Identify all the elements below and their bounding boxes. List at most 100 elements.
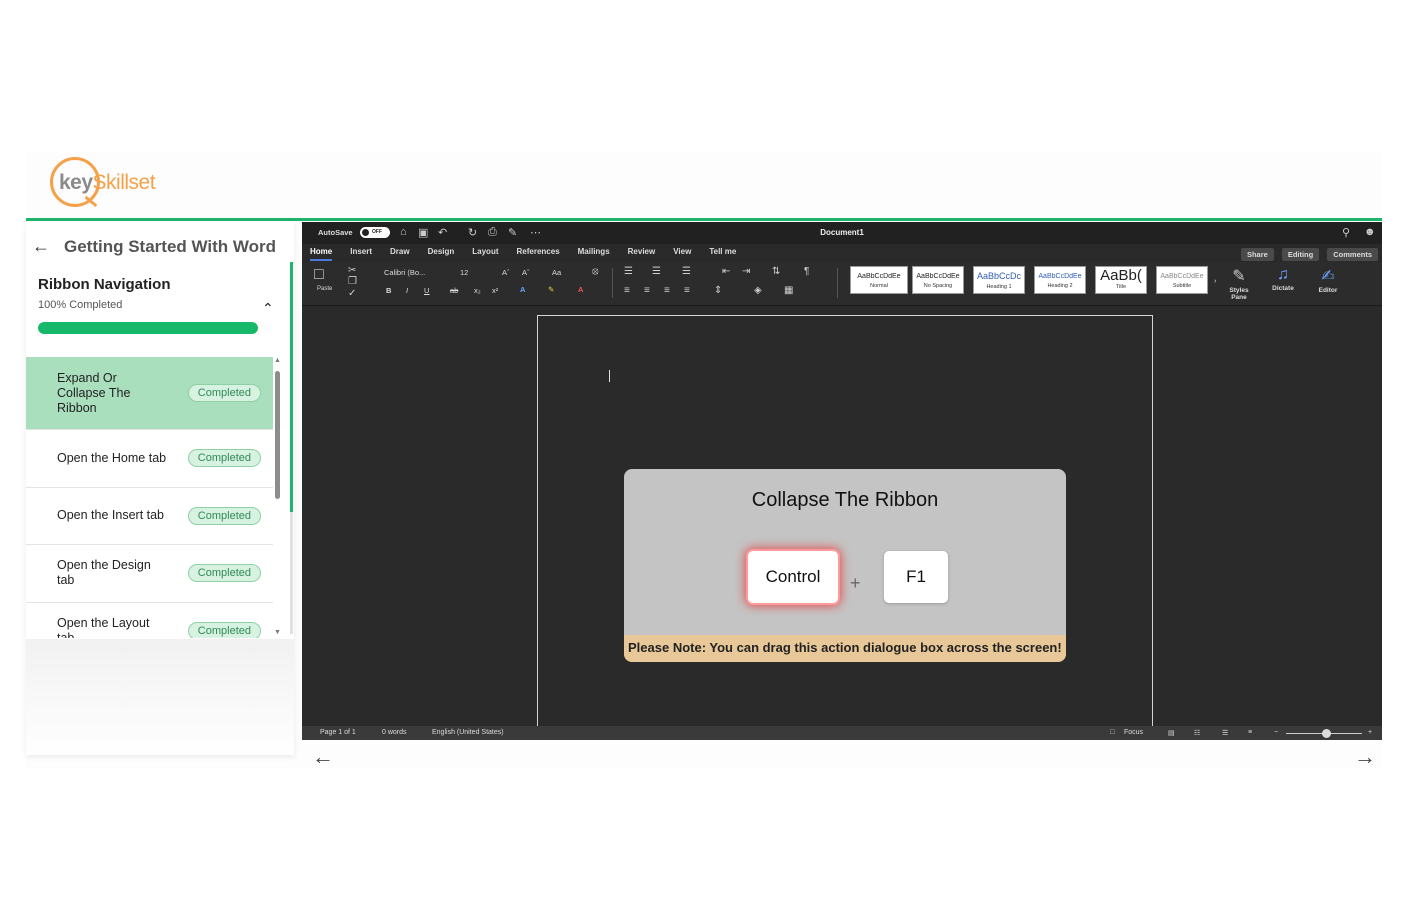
lesson-item-layout-tab[interactable]: Open the Layout tab Completed [26, 602, 273, 638]
tab-view[interactable]: View [673, 247, 691, 261]
font-size-select[interactable]: 12 [460, 268, 468, 277]
align-right-icon[interactable]: ≡ [664, 285, 670, 296]
next-arrow-icon[interactable]: → [1354, 744, 1376, 770]
borders-icon[interactable]: ▦ [784, 285, 793, 296]
subscript-icon[interactable]: x₂ [474, 286, 481, 295]
lesson-label: Open the Design tab [57, 558, 151, 588]
underline-icon[interactable]: U [424, 286, 429, 295]
completed-badge: Completed [187, 449, 261, 468]
align-left-icon[interactable]: ≡ [624, 285, 630, 296]
scrollbar-thumb[interactable] [275, 371, 280, 499]
styles-more-icon[interactable]: › [1214, 276, 1217, 285]
focus-icon[interactable]: □ [1110, 729, 1114, 736]
change-case-icon[interactable]: Aa [552, 268, 561, 277]
previous-arrow-icon[interactable]: ← [312, 744, 334, 770]
dictate-button[interactable]: ♫ Dictate [1266, 266, 1300, 292]
numbering-icon[interactable]: ☰ [652, 266, 661, 277]
completed-badge: Completed [187, 506, 261, 525]
font-name-select[interactable]: Calibri (Bo... [384, 268, 425, 277]
lesson-item-insert-tab[interactable]: Open the Insert tab Completed [26, 487, 273, 545]
shading-icon[interactable]: ◈ [754, 285, 762, 296]
show-marks-icon[interactable]: ¶ [804, 266, 809, 277]
action-dialog[interactable]: Collapse The Ribbon Control + F1 Please … [624, 469, 1066, 662]
account-icon[interactable]: ☻ [1364, 226, 1376, 238]
word-count: 0 words [382, 729, 407, 736]
style-heading-1[interactable]: AaBbCcDc Heading 1 [973, 266, 1025, 294]
tab-layout[interactable]: Layout [472, 247, 498, 261]
document-title: Document1 [820, 228, 864, 237]
tab-insert[interactable]: Insert [350, 247, 372, 261]
font-color-icon[interactable]: A [578, 285, 583, 294]
tab-draw[interactable]: Draw [390, 247, 410, 261]
document-canvas[interactable]: Collapse The Ribbon Control + F1 Please … [302, 307, 1382, 726]
bullets-icon[interactable]: ☰ [624, 266, 633, 277]
scroll-down-arrow-icon[interactable]: ▼ [274, 629, 281, 636]
completed-badge: Completed [187, 564, 261, 583]
print-layout-icon[interactable]: ▤ [1168, 729, 1175, 737]
bold-icon[interactable]: B [386, 286, 391, 295]
multilevel-list-icon[interactable]: ☰ [682, 266, 691, 277]
control-key: Control [748, 551, 838, 603]
editor-button[interactable]: ✍ Editor [1312, 266, 1344, 294]
tab-references[interactable]: References [517, 247, 560, 261]
chevron-up-icon[interactable]: ⌃ [262, 300, 274, 317]
style-heading-2[interactable]: AaBbCcDdEe Heading 2 [1034, 266, 1086, 294]
word-titlebar: AutoSave OFF ⌂ ▣ ↶ ↻ ⎙ ✎ ⋯ Document1 ⚲ ☻ [302, 222, 1382, 244]
paste-icon[interactable]: □ [314, 266, 324, 284]
italic-icon[interactable]: I [406, 286, 408, 295]
lesson-list-scrollbar[interactable]: ▲ ▼ [274, 357, 282, 638]
tab-design[interactable]: Design [428, 247, 455, 261]
format-painter-icon[interactable]: ✓ [348, 288, 356, 299]
zoom-in-icon[interactable]: + [1368, 729, 1372, 736]
course-title: Getting Started With Word [64, 236, 277, 256]
style-subtitle[interactable]: AaBbCcDdEe Subtitle [1156, 266, 1208, 294]
tab-mailings[interactable]: Mailings [578, 247, 610, 261]
draft-view-icon[interactable]: ≡ [1248, 729, 1252, 736]
cut-icon[interactable]: ✂ [348, 265, 356, 276]
zoom-out-icon[interactable]: − [1274, 729, 1278, 736]
text-effects-icon[interactable]: A [520, 285, 525, 294]
module-progress-bar [38, 322, 258, 334]
line-spacing-icon[interactable]: ⇕ [714, 285, 722, 296]
scroll-up-arrow-icon[interactable]: ▲ [274, 357, 281, 364]
lesson-item-expand-collapse-ribbon[interactable]: Expand Or Collapse The Ribbon Completed [26, 357, 273, 430]
focus-button[interactable]: Focus [1124, 729, 1143, 736]
style-title[interactable]: AaBb( Title [1095, 266, 1147, 294]
editing-button[interactable]: Editing [1281, 248, 1320, 261]
zoom-slider-handle[interactable] [1322, 729, 1331, 738]
superscript-icon[interactable]: x² [492, 286, 498, 295]
lesson-label: Open the Layout tab [57, 615, 150, 638]
align-center-icon[interactable]: ≡ [644, 285, 650, 296]
language-status[interactable]: English (United States) [432, 729, 504, 736]
style-no-spacing[interactable]: AaBbCcDdEe No Spacing [912, 266, 964, 294]
completed-badge: Completed [187, 384, 261, 402]
comments-button[interactable]: Comments [1327, 248, 1378, 261]
decrease-indent-icon[interactable]: ⇤ [722, 266, 730, 277]
highlight-icon[interactable]: ✎ [548, 285, 554, 294]
web-layout-icon[interactable]: ☷ [1194, 729, 1200, 737]
tab-home[interactable]: Home [310, 247, 333, 261]
sort-icon[interactable]: ⇅ [772, 266, 780, 277]
module-header: Ribbon Navigation 100% Completed [38, 276, 171, 311]
paste-label: Paste [317, 286, 333, 292]
back-arrow-icon[interactable]: ← [32, 236, 50, 257]
strikethrough-icon[interactable]: ab [450, 286, 458, 295]
lesson-item-home-tab[interactable]: Open the Home tab Completed [26, 430, 273, 488]
copy-icon[interactable]: ❐ [348, 276, 357, 287]
microphone-icon: ♫ [1277, 266, 1289, 283]
lesson-item-design-tab[interactable]: Open the Design tab Completed [26, 545, 273, 603]
keyskillset-logo[interactable]: keySkillset [50, 156, 156, 210]
outline-view-icon[interactable]: ☰ [1222, 729, 1228, 737]
style-normal[interactable]: AaBbCcDdEe Normal [850, 266, 908, 294]
tab-tell-me[interactable]: Tell me [709, 247, 736, 261]
styles-pane-button[interactable]: ✎ Styles Pane [1226, 266, 1252, 301]
search-icon[interactable]: ⚲ [1342, 226, 1350, 239]
justify-icon[interactable]: ≡ [684, 285, 690, 296]
grow-font-icon[interactable]: Aˆ [502, 268, 510, 277]
increase-indent-icon[interactable]: ⇥ [742, 266, 750, 277]
tab-review[interactable]: Review [628, 247, 656, 261]
clear-format-icon[interactable]: ⦻ [592, 266, 599, 277]
f1-key: F1 [884, 551, 948, 603]
share-button[interactable]: Share [1240, 248, 1274, 261]
shrink-font-icon[interactable]: Aˇ [522, 268, 530, 277]
